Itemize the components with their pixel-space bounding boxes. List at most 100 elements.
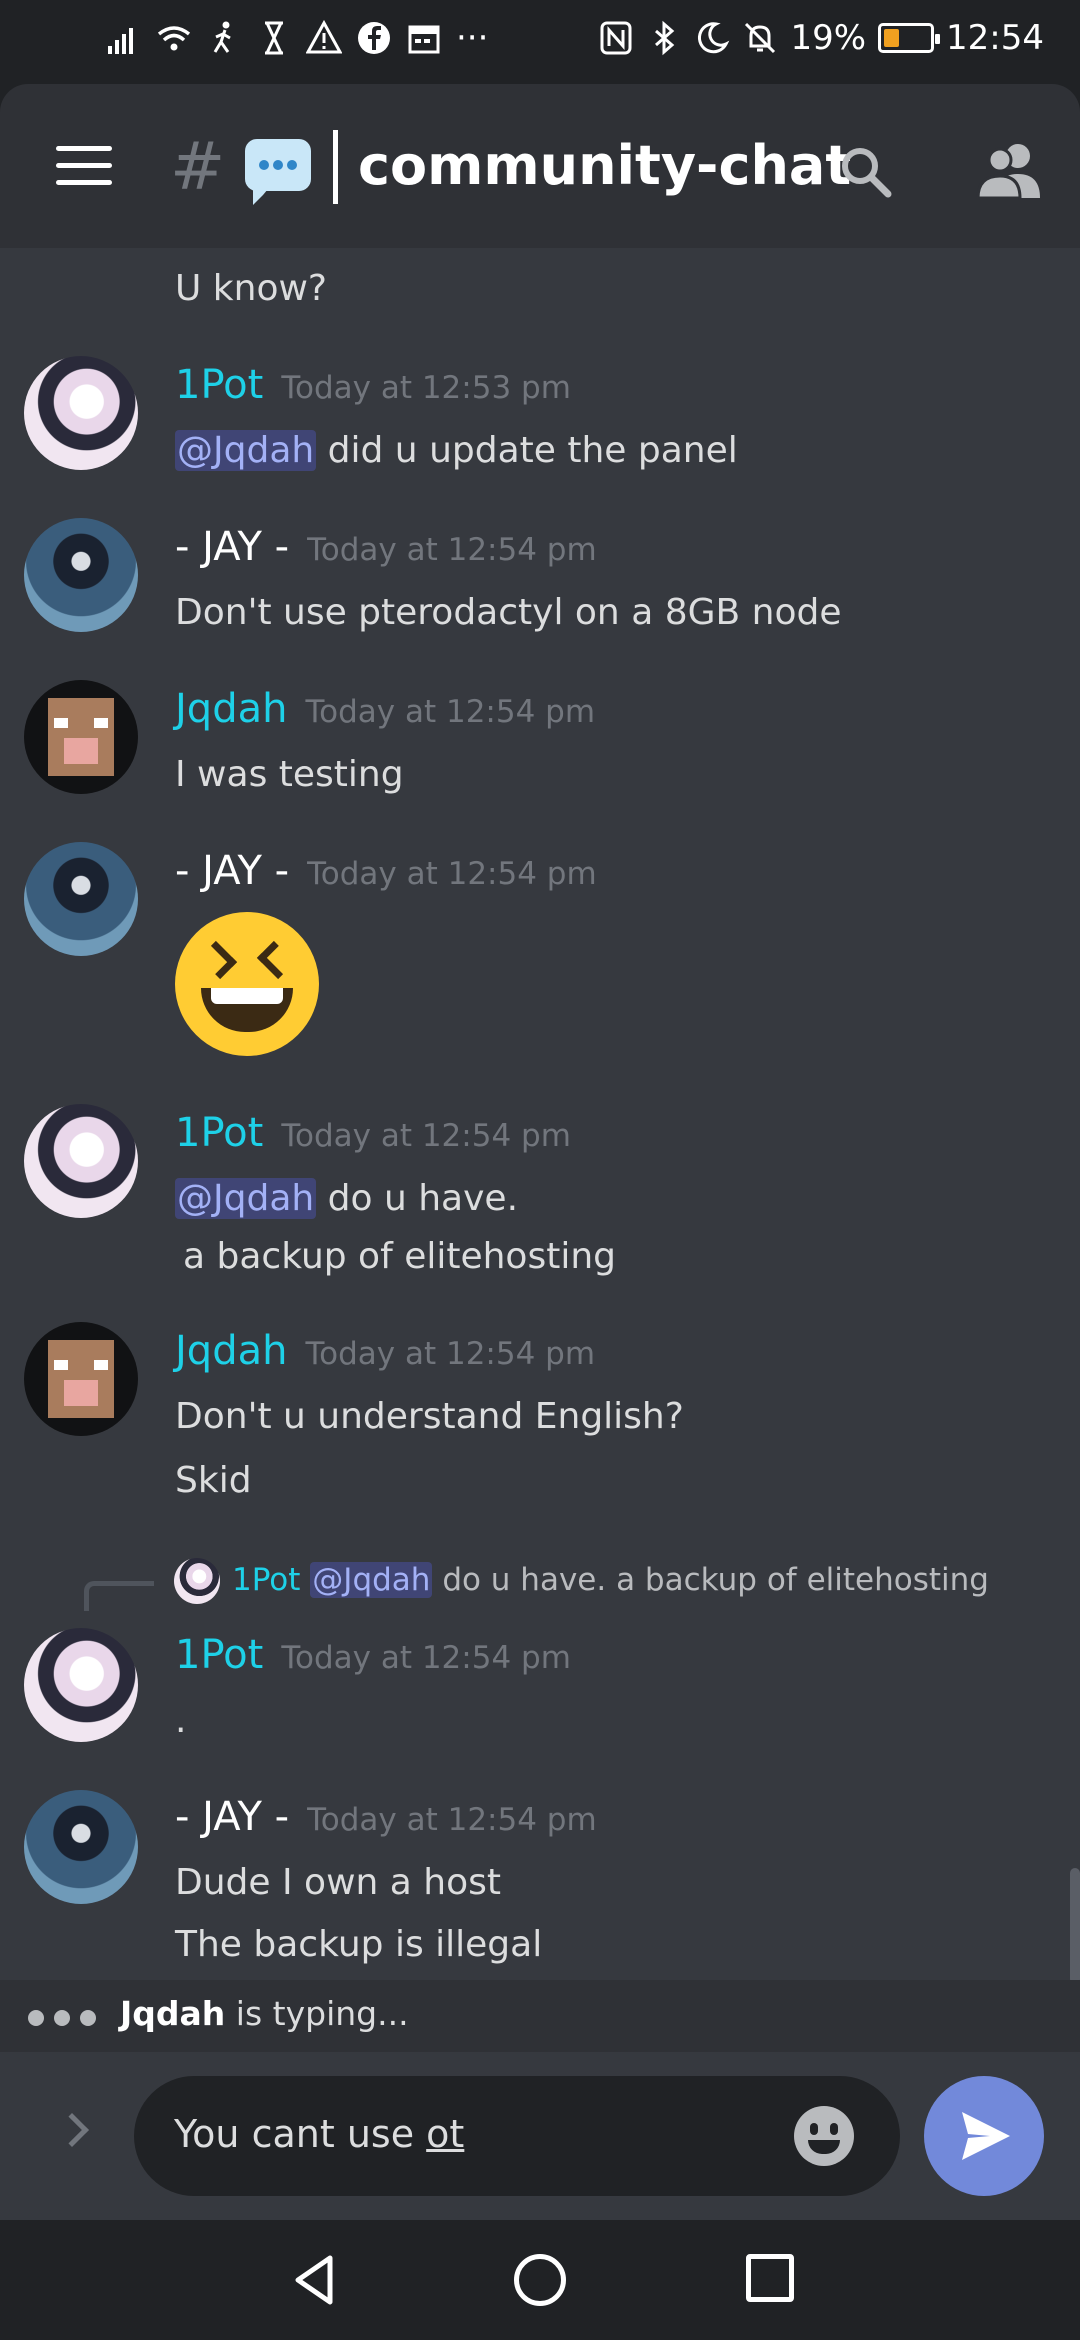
message-header: - JAY - Today at 12:54 pm	[175, 1794, 597, 1840]
message-header: 1Pot Today at 12:54 pm	[175, 1110, 571, 1156]
message-line: The backup is illegal	[175, 1924, 543, 1965]
input-text-prefix: You cant use	[174, 2112, 427, 2156]
status-icons-left: ···	[106, 18, 488, 58]
moon-icon	[698, 22, 730, 54]
message-line: did u update the panel	[327, 430, 738, 471]
message-line: Skid	[175, 1460, 252, 1501]
username[interactable]: 1Pot	[175, 1110, 263, 1156]
nfc-icon	[600, 21, 632, 55]
message-header: Jqdah Today at 12:54 pm	[175, 1328, 595, 1374]
timestamp: Today at 12:54 pm	[307, 1802, 597, 1838]
walking-icon	[213, 21, 231, 53]
typing-label: is typing...	[235, 1994, 409, 2033]
calendar-icon	[408, 25, 440, 54]
recent-apps-icon[interactable]	[746, 2254, 794, 2302]
timestamp: Today at 12:54 pm	[305, 1336, 596, 1372]
hash-icon: #	[170, 128, 226, 205]
avatar[interactable]	[24, 1322, 138, 1436]
typing-dots-icon	[28, 2010, 96, 2026]
typing-indicator: Jqdah is typing...	[0, 1980, 1080, 2052]
reply-connector	[84, 1581, 154, 1611]
message-line: Dude I own a host	[175, 1862, 501, 1903]
speech-bubble-icon	[245, 139, 311, 205]
message-text: @Jqdah do u have.	[175, 1178, 518, 1219]
channel-title[interactable]: community-chat	[358, 134, 851, 197]
clock: 12:54	[946, 18, 1044, 58]
home-icon[interactable]	[514, 2254, 566, 2306]
status-icons-right: 19% 12:54	[598, 18, 1044, 58]
typing-text: Jqdah is typing...	[120, 1994, 409, 2033]
message-header: Jqdah Today at 12:54 pm	[175, 686, 595, 732]
username[interactable]: - JAY -	[175, 524, 289, 570]
more-notifications-icon: ···	[456, 18, 489, 58]
wifi-icon	[157, 26, 191, 51]
message-line: a backup of elitehosting	[183, 1236, 617, 1277]
bell-off-icon	[745, 22, 776, 54]
mention: @Jqdah	[310, 1562, 433, 1598]
mention[interactable]: @Jqdah	[175, 430, 317, 471]
facebook-icon	[358, 22, 390, 54]
timestamp: Today at 12:54 pm	[305, 694, 596, 730]
battery-icon	[878, 23, 941, 53]
typing-user: Jqdah	[120, 1994, 226, 2033]
avatar[interactable]	[24, 518, 138, 632]
reply-avatar	[174, 1558, 220, 1604]
avatar[interactable]	[24, 1628, 138, 1742]
avatar[interactable]	[24, 1790, 138, 1904]
message-text: U know?	[175, 268, 328, 309]
system-nav-bar	[0, 2220, 1080, 2340]
username[interactable]: Jqdah	[175, 1328, 287, 1374]
message-list[interactable]: U know? 1Pot Today at 12:53 pm @Jqdah did…	[0, 248, 1080, 1980]
message-line: I was testing	[175, 754, 404, 795]
message-line: Don't u understand English?	[175, 1396, 684, 1437]
avatar[interactable]	[24, 1104, 138, 1218]
hourglass-icon	[265, 21, 283, 55]
menu-icon[interactable]	[56, 146, 112, 186]
message-header: - JAY - Today at 12:54 pm	[175, 848, 597, 894]
message-input-text[interactable]: You cant use ot	[174, 2112, 464, 2156]
message-header: 1Pot Today at 12:54 pm	[175, 1632, 571, 1678]
channel-header: # community-chat	[0, 84, 1080, 248]
message-header: - JAY - Today at 12:54 pm	[175, 524, 597, 570]
send-button[interactable]	[924, 2076, 1044, 2196]
message-header: 1Pot Today at 12:53 pm	[175, 362, 571, 408]
signal-icon	[108, 28, 133, 54]
message-composer: You cant use ot	[0, 2052, 1080, 2220]
message-line: Don't use pterodactyl on a 8GB node	[175, 592, 842, 633]
avatar[interactable]	[24, 680, 138, 794]
username[interactable]: 1Pot	[175, 1632, 263, 1678]
message-line: .	[175, 1700, 187, 1741]
username[interactable]: 1Pot	[175, 362, 263, 408]
search-icon[interactable]	[838, 144, 892, 198]
username[interactable]: - JAY -	[175, 1794, 289, 1840]
status-bar: ··· 19% 12:54	[0, 0, 1080, 80]
timestamp: Today at 12:54 pm	[307, 856, 597, 892]
mention[interactable]: @Jqdah	[175, 1178, 317, 1219]
avatar[interactable]	[24, 356, 138, 470]
bluetooth-icon	[655, 20, 675, 56]
header-divider	[333, 130, 338, 204]
timestamp: Today at 12:54 pm	[307, 532, 597, 568]
expand-chevron-icon[interactable]	[55, 2113, 89, 2147]
grinning-squinting-emoji-icon[interactable]	[175, 912, 319, 1056]
reply-preview[interactable]: 1Pot @Jqdah do u have. a backup of elite…	[232, 1562, 989, 1598]
warning-icon	[306, 20, 342, 54]
reply-author: 1Pot	[232, 1562, 301, 1598]
message-line: do u have.	[327, 1178, 519, 1219]
members-icon[interactable]	[976, 140, 1040, 200]
emoji-picker-icon[interactable]	[794, 2106, 854, 2166]
reply-text: do u have. a backup of elitehosting	[442, 1562, 989, 1598]
message-input[interactable]: You cant use ot	[134, 2076, 900, 2196]
timestamp: Today at 12:54 pm	[281, 1118, 571, 1154]
message-text: @Jqdah did u update the panel	[175, 430, 738, 471]
username[interactable]: Jqdah	[175, 686, 287, 732]
battery-percent: 19%	[790, 18, 867, 58]
input-text-underlined: ot	[426, 2112, 465, 2156]
timestamp: Today at 12:54 pm	[281, 1640, 571, 1676]
back-icon[interactable]	[286, 2250, 346, 2310]
username[interactable]: - JAY -	[175, 848, 289, 894]
timestamp: Today at 12:53 pm	[281, 370, 571, 406]
avatar[interactable]	[24, 842, 138, 956]
send-icon	[962, 2112, 1010, 2160]
scrollbar[interactable]	[1070, 1868, 1080, 1980]
